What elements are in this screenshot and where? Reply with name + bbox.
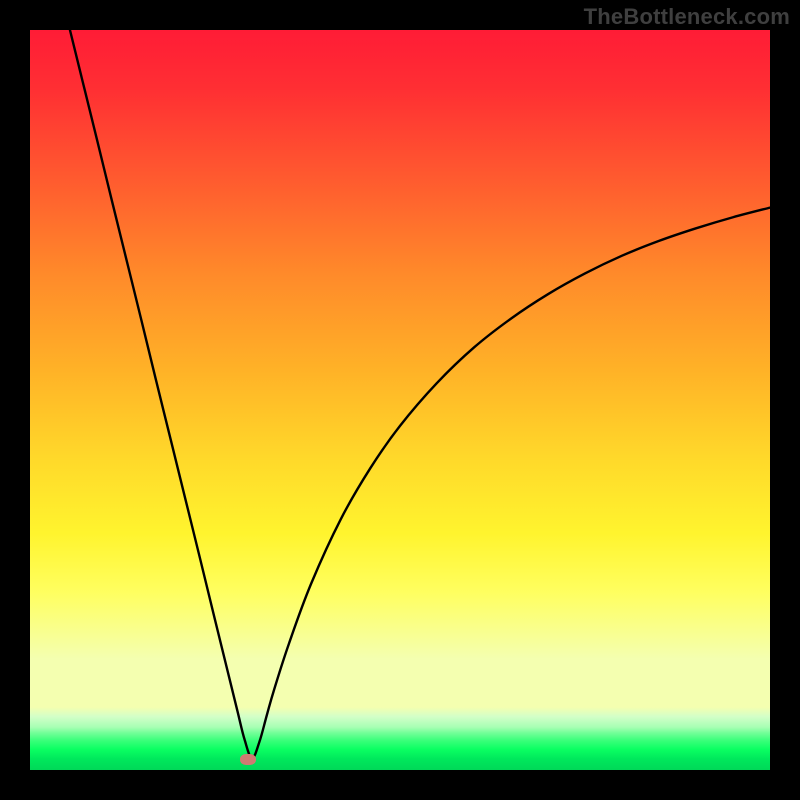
watermark-text: TheBottleneck.com bbox=[584, 4, 790, 30]
minimum-marker bbox=[240, 754, 256, 765]
bottleneck-curve bbox=[30, 30, 770, 770]
chart-frame: TheBottleneck.com bbox=[0, 0, 800, 800]
plot-area bbox=[30, 30, 770, 770]
